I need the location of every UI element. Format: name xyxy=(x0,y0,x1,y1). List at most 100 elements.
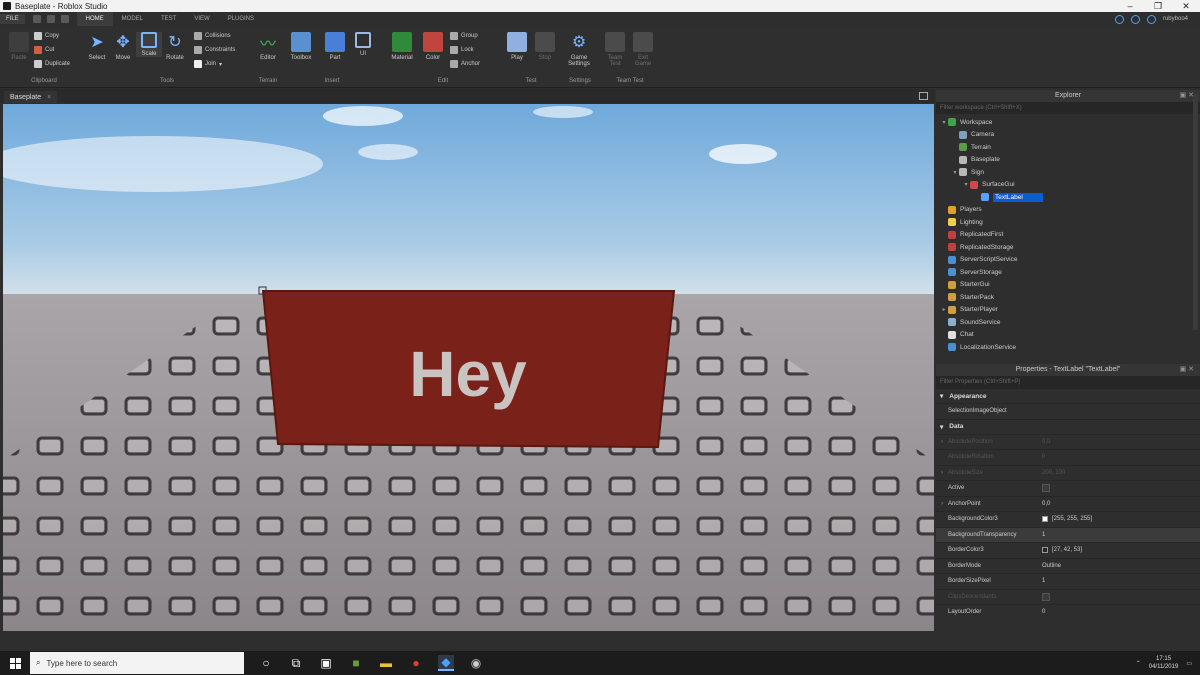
notifications-icon[interactable]: ▭ xyxy=(1186,660,1192,667)
property-row-clipsdescendants[interactable]: ClipsDescendants xyxy=(936,588,1200,605)
expand-arrow-icon[interactable]: ▾ xyxy=(962,181,970,188)
explorer-item-starterpack[interactable]: StarterPack xyxy=(936,291,1200,304)
explorer-item-replicatedfirst[interactable]: ReplicatedFirst xyxy=(936,229,1200,242)
scale-button[interactable]: Scale xyxy=(136,32,162,57)
roblox-studio-icon[interactable]: ◆ xyxy=(438,655,454,671)
anchor-button[interactable]: Anchor xyxy=(450,60,480,68)
explorer-item-sign[interactable]: ▾ Sign xyxy=(936,166,1200,179)
explorer-item-surfacegui[interactable]: ▾ SurfaceGui xyxy=(936,179,1200,192)
property-value[interactable]: 200, 100 xyxy=(1040,470,1200,476)
expand-arrow-icon[interactable]: › xyxy=(936,470,948,476)
explorer-scrollbar[interactable] xyxy=(1193,94,1198,330)
minecraft-icon[interactable]: ■ xyxy=(348,655,364,671)
chevron-up-icon[interactable]: ⌃ xyxy=(1136,660,1141,667)
paste-button[interactable]: Paste xyxy=(6,32,32,61)
terrain-editor-button[interactable]: 〰 Editor xyxy=(255,32,281,61)
property-row-selectionimageobject[interactable]: SelectionImageObject xyxy=(936,403,1200,419)
file-explorer-icon[interactable]: ▬ xyxy=(378,655,394,671)
close-button[interactable]: ✕ xyxy=(1172,1,1200,12)
profile-icon[interactable] xyxy=(1130,14,1140,24)
copy-button[interactable]: Copy xyxy=(34,32,59,40)
ui-button[interactable]: UI xyxy=(350,32,376,57)
maximize-viewport-icon[interactable] xyxy=(919,92,928,100)
property-row-absolutesize[interactable]: › AbsoluteSize 200, 100 xyxy=(936,464,1200,481)
stop-button[interactable]: Stop xyxy=(532,32,558,61)
explorer-item-serverscriptservice[interactable]: ServerScriptService xyxy=(936,254,1200,267)
explorer-item-baseplate[interactable]: Baseplate xyxy=(936,154,1200,167)
game-settings-button[interactable]: ⚙ Game Settings xyxy=(566,32,592,67)
explorer-item-lighting[interactable]: Lighting xyxy=(936,216,1200,229)
property-value[interactable]: 0,0 xyxy=(1040,439,1200,445)
checkbox[interactable] xyxy=(1042,484,1050,493)
tab-model[interactable]: MODEL xyxy=(113,12,152,26)
part-button[interactable]: Part xyxy=(322,32,348,61)
team-test-button[interactable]: Team Test xyxy=(602,32,628,67)
property-row-anchorpoint[interactable]: › AnchorPoint 0,0 xyxy=(936,495,1200,512)
explorer-item-serverstorage[interactable]: ServerStorage xyxy=(936,266,1200,279)
property-row-layoutorder[interactable]: LayoutOrder 0 xyxy=(936,604,1200,620)
explorer-item-players[interactable]: Players xyxy=(936,204,1200,217)
select-button[interactable]: ➤ Select xyxy=(84,32,110,61)
undo-icon[interactable] xyxy=(32,15,41,23)
share-icon[interactable] xyxy=(1146,14,1156,24)
property-row-absoluterotation[interactable]: AbsoluteRotation 0 xyxy=(936,449,1200,465)
duplicate-button[interactable]: Duplicate xyxy=(34,60,70,68)
tab-test[interactable]: TEST xyxy=(152,12,185,26)
expand-arrow-icon[interactable]: ▸ xyxy=(940,306,948,313)
file-menu[interactable]: FILE xyxy=(0,14,25,24)
join-dropdown[interactable]: Join ▾ xyxy=(194,60,222,68)
explorer-item-camera[interactable]: Camera xyxy=(936,129,1200,142)
toolbox-button[interactable]: Toolbox xyxy=(288,32,314,61)
property-row-active[interactable]: Active xyxy=(936,480,1200,496)
property-value[interactable]: [27, 42, 53] xyxy=(1040,547,1200,554)
task-view-icon[interactable]: ⧉ xyxy=(288,655,304,671)
explorer-item-localizationservice[interactable]: LocalizationService xyxy=(936,341,1200,354)
restore-button[interactable]: ❐ xyxy=(1144,1,1172,12)
clock[interactable]: 17:15 04/11/2019 xyxy=(1149,655,1179,671)
cortana-icon[interactable]: ○ xyxy=(258,655,274,671)
property-value[interactable]: 1 xyxy=(1040,532,1200,538)
property-value[interactable] xyxy=(1040,484,1200,493)
explorer-item-starterplayer[interactable]: ▸ StarterPlayer xyxy=(936,304,1200,317)
taskbar-search-input[interactable]: ⌕ Type here to search xyxy=(30,652,244,674)
property-value[interactable]: 1 xyxy=(1040,578,1200,584)
property-value[interactable]: 0 xyxy=(1040,609,1200,615)
lock-button[interactable]: Lock xyxy=(450,46,474,54)
explorer-item-soundservice[interactable]: SoundService xyxy=(936,316,1200,329)
panel-controls[interactable]: ▣ ✕ xyxy=(1180,364,1194,376)
property-value[interactable]: Outline xyxy=(1040,563,1200,569)
tab-plugins[interactable]: PLUGINS xyxy=(219,12,263,26)
username[interactable]: rubyboo4 xyxy=(1163,16,1188,22)
save-icon[interactable] xyxy=(60,15,69,23)
explorer-filter-input[interactable]: Filter workspace (Ctrl+Shift+X) xyxy=(936,102,1200,114)
property-row-bordermode[interactable]: BorderMode Outline xyxy=(936,557,1200,574)
expand-arrow-icon[interactable]: ▾ xyxy=(940,119,948,126)
checkbox[interactable] xyxy=(1042,592,1050,601)
camera-app-icon[interactable]: ▣ xyxy=(318,655,334,671)
section-appearance[interactable]: ▾ Appearance xyxy=(936,388,1200,403)
property-row-bordercolor3[interactable]: BorderColor3 [27, 42, 53] xyxy=(936,542,1200,558)
explorer-item-terrain[interactable]: Terrain xyxy=(936,141,1200,154)
explorer-item-replicatedstorage[interactable]: ReplicatedStorage xyxy=(936,241,1200,254)
obs-icon[interactable]: ◉ xyxy=(468,655,484,671)
properties-filter-input[interactable]: Filter Properties (Ctrl+Shift+P) xyxy=(936,376,1200,388)
color-button[interactable]: Color xyxy=(420,32,446,61)
rotate-button[interactable]: ↻ Rotate xyxy=(162,32,188,61)
section-data[interactable]: ▾ Data xyxy=(936,418,1200,434)
property-value[interactable]: 0 xyxy=(1040,454,1200,460)
help-icon[interactable] xyxy=(1114,14,1124,24)
cut-button[interactable]: Cut xyxy=(34,46,54,54)
property-value[interactable] xyxy=(1040,592,1200,601)
redo-icon[interactable] xyxy=(46,15,55,23)
explorer-item-chat[interactable]: Chat xyxy=(936,329,1200,342)
3d-viewport[interactable]: Hey xyxy=(3,104,934,631)
group-button[interactable]: Group xyxy=(450,32,478,40)
minimize-button[interactable]: – xyxy=(1116,1,1144,12)
panel-controls[interactable]: ▣ ✕ xyxy=(1180,90,1194,102)
explorer-item-startergui[interactable]: StarterGui xyxy=(936,279,1200,292)
start-button[interactable] xyxy=(0,651,30,675)
exit-game-button[interactable]: Exit Game xyxy=(630,32,656,67)
property-value[interactable]: 0,0 xyxy=(1040,501,1200,507)
property-row-backgroundcolor3[interactable]: BackgroundColor3 [255, 255, 255] xyxy=(936,511,1200,527)
play-button[interactable]: Play xyxy=(504,32,530,61)
